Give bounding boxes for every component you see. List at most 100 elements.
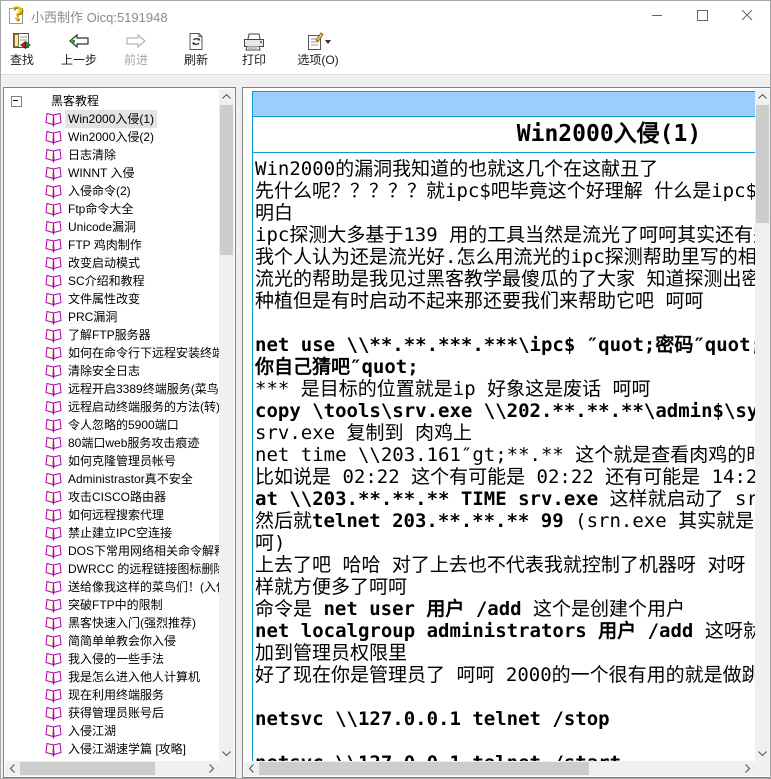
tree-item[interactable]: 80端口web服务攻击痕迹 xyxy=(5,434,219,452)
book-icon xyxy=(45,544,62,559)
tree-item[interactable]: 清除安全日志 xyxy=(5,362,219,380)
tree-item[interactable]: 简简单单教会你入侵 xyxy=(5,632,219,650)
book-icon xyxy=(45,742,62,757)
content-line: srv.exe 复制到 肉鸡上 xyxy=(255,422,755,444)
tree-item-label: 黑客快速入门(强烈推荐) xyxy=(65,614,199,632)
tree-item[interactable]: 入侵命令(2) xyxy=(5,182,219,200)
tree-item-label: FTP 鸡肉制作 xyxy=(65,236,145,254)
scroll-right-icon[interactable] xyxy=(740,761,755,776)
tree-item-label: 改变启动模式 xyxy=(65,254,143,272)
tree-item[interactable]: 远程启动终端服务的方法(转) xyxy=(5,398,219,416)
tree-hscroll-thumb[interactable] xyxy=(20,762,155,775)
scroll-down-icon[interactable] xyxy=(755,746,770,761)
tree-item[interactable]: 如何克隆管理员帐号 xyxy=(5,452,219,470)
tree-item[interactable]: Win2000入侵(2) xyxy=(5,128,219,146)
tree-item[interactable]: 令人忽略的5900端口 xyxy=(5,416,219,434)
book-icon xyxy=(45,238,62,253)
tree-horizontal-scrollbar[interactable] xyxy=(5,761,219,776)
forward-button[interactable]: 前进 xyxy=(117,32,155,72)
tree-item[interactable]: 入侵江湖 xyxy=(5,722,219,740)
minimize-button[interactable] xyxy=(635,1,680,29)
book-icon xyxy=(45,220,62,235)
tree-vscroll-thumb[interactable] xyxy=(220,105,233,255)
tree-item[interactable]: PRC漏洞 xyxy=(5,308,219,326)
tree-vertical-scrollbar[interactable] xyxy=(219,89,234,761)
tree-item[interactable]: 禁止建立IPC空连接 xyxy=(5,524,219,542)
tree-item[interactable]: 我是怎么进入他人计算机 xyxy=(5,668,219,686)
topic-document: Win2000入侵(1) Win2000的漏洞我知道的也就这几个在这献丑了先什么… xyxy=(244,89,755,761)
print-button[interactable]: 打印 xyxy=(235,32,273,72)
tree-item[interactable]: 送给像我这样的菜鸟们！(入侵 xyxy=(5,578,219,596)
content-line xyxy=(255,312,755,334)
close-button[interactable] xyxy=(725,1,770,29)
scroll-left-icon[interactable] xyxy=(244,761,259,776)
title-bar: ? 小西制作 Oicq:5191948 xyxy=(1,1,770,29)
content-vscroll-thumb[interactable] xyxy=(756,105,769,223)
content-line: 我个人认为还是流光好.怎么用流光的ipc探测帮助里写的相 xyxy=(255,246,755,268)
back-button[interactable]: 上一步 xyxy=(56,32,102,72)
tree-item[interactable]: 黑客快速入门(强烈推荐) xyxy=(5,614,219,632)
tree-item[interactable]: DWRCC 的远程链接图标删除 xyxy=(5,560,219,578)
tree-item[interactable]: 现在利用终端服务 xyxy=(5,686,219,704)
tree-item[interactable]: 获得管理员账号后 xyxy=(5,704,219,722)
book-icon xyxy=(45,184,62,199)
tree-item-label: 远程启动终端服务的方法(转) xyxy=(65,398,219,416)
book-icon xyxy=(45,364,62,379)
content-line: 样就方便多了呵呵 xyxy=(255,576,755,598)
tree-item[interactable]: 攻击CISCO路由器 xyxy=(5,488,219,506)
topic-body: Win2000的漏洞我知道的也就这几个在这献丑了先什么呢？？？？？就ipc$吧毕… xyxy=(253,153,755,761)
tree-item[interactable]: Win2000入侵(1) xyxy=(5,110,219,128)
find-button[interactable]: 查找 xyxy=(5,32,39,72)
tree-item[interactable]: WINNT 入侵 xyxy=(5,164,219,182)
refresh-icon xyxy=(177,32,215,52)
tree-item-label: 80端口web服务攻击痕迹 xyxy=(65,434,202,452)
tree-item[interactable]: DOS下常用网络相关命令解释 xyxy=(5,542,219,560)
toc-tree: 黑客教程 Win2000入侵(1)Win2000入侵(2)日志清除WINNT 入… xyxy=(5,89,219,761)
content-line xyxy=(255,686,755,708)
book-icon xyxy=(45,346,62,361)
tree-root-label: 黑客教程 xyxy=(48,92,102,110)
tree-item[interactable]: 如何在命令行下远程安装终端 xyxy=(5,344,219,362)
book-icon xyxy=(45,148,62,163)
scroll-up-icon[interactable] xyxy=(219,89,234,104)
content-line: net time \\203.161″gt;**.** 这个就是查看肉鸡的时间 xyxy=(255,444,755,466)
find-panel-icon xyxy=(5,32,39,52)
tree-item[interactable]: SC介绍和教程 xyxy=(5,272,219,290)
tree-item[interactable]: Ftp命令大全 xyxy=(5,200,219,218)
tree-item-label: Win2000入侵(1) xyxy=(65,110,157,128)
content-hscroll-thumb[interactable] xyxy=(259,762,589,775)
scroll-up-icon[interactable] xyxy=(755,89,770,104)
tree-item[interactable]: 文件属性改变 xyxy=(5,290,219,308)
scroll-down-icon[interactable] xyxy=(219,746,234,761)
tree-item[interactable]: 我入侵的一些手法 xyxy=(5,650,219,668)
tree-item[interactable]: 突破FTP中的限制 xyxy=(5,596,219,614)
content-line xyxy=(255,730,755,752)
book-icon xyxy=(45,382,62,397)
tree-item[interactable]: FTP 鸡肉制作 xyxy=(5,236,219,254)
refresh-button[interactable]: 刷新 xyxy=(177,32,215,72)
tree-root-item[interactable]: 黑客教程 xyxy=(5,92,219,110)
tree-item[interactable]: 日志清除 xyxy=(5,146,219,164)
tree-item-label: 了解FTP服务器 xyxy=(65,326,154,344)
book-icon xyxy=(45,562,62,577)
tree-item-label: 送给像我这样的菜鸟们！(入侵 xyxy=(65,578,219,596)
tree-item[interactable]: 改变启动模式 xyxy=(5,254,219,272)
maximize-button[interactable] xyxy=(680,1,725,29)
tree-item[interactable]: 远程开启3389终端服务(菜鸟 xyxy=(5,380,219,398)
options-button[interactable]: 选项(O) xyxy=(291,32,345,72)
book-icon xyxy=(45,202,62,217)
content-horizontal-scrollbar[interactable] xyxy=(244,761,755,776)
book-icon xyxy=(45,454,62,469)
scroll-right-icon[interactable] xyxy=(204,761,219,776)
content-vertical-scrollbar[interactable] xyxy=(755,89,770,761)
tree-item[interactable]: Administrastor真不安全 xyxy=(5,470,219,488)
tree-item[interactable]: 如何远程搜索代理 xyxy=(5,506,219,524)
tree-item[interactable]: Unicode漏洞 xyxy=(5,218,219,236)
tree-item-label: 如何克隆管理员帐号 xyxy=(65,452,179,470)
tree-item[interactable]: 入侵江湖速学篇 [攻略] xyxy=(5,740,219,758)
book-icon xyxy=(45,670,62,685)
content-line: 种植但是有时启动不起来那还要我们来帮助它吧 呵呵 xyxy=(255,290,755,312)
scroll-left-icon[interactable] xyxy=(5,761,20,776)
collapse-minus-icon[interactable] xyxy=(11,96,22,107)
tree-item[interactable]: 了解FTP服务器 xyxy=(5,326,219,344)
